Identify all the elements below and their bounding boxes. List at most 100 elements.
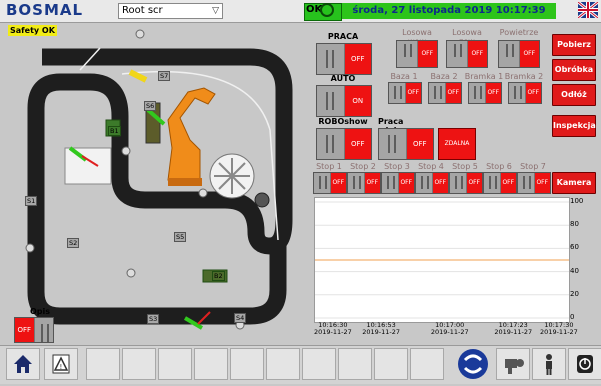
opis-state: OFF <box>15 318 34 342</box>
opis-toggle[interactable]: OFF <box>14 317 54 343</box>
bramka-1-state: OFF <box>485 83 501 103</box>
baza-1-toggle[interactable]: OFF <box>388 82 422 104</box>
stop-7-label: Stop 7 <box>520 162 546 171</box>
toolbar-slot-8[interactable] <box>338 348 372 380</box>
user-select[interactable]: Root scr ▽ <box>118 3 223 19</box>
chart-y-tick: 100 <box>570 197 584 205</box>
odloz-button[interactable]: Odłóż <box>552 84 596 106</box>
roboshow-toggle[interactable]: OFF <box>316 128 372 160</box>
zdalna-extra-button[interactable]: ZDALNA <box>438 128 476 160</box>
opis-label: Opis <box>30 307 51 316</box>
stop-7-toggle[interactable]: OFF <box>517 172 551 194</box>
company-logo-icon <box>455 346 491 382</box>
power-button[interactable] <box>568 348 601 380</box>
baza-2-label: Baza 2 <box>430 72 458 81</box>
sensor-s5: S5 <box>174 232 187 242</box>
toggle-off-segment <box>469 83 486 103</box>
losowa-zew-toggle[interactable]: OFF <box>446 40 488 68</box>
toolbar-slot-4[interactable] <box>194 348 228 380</box>
chart-y-tick: 0 <box>570 313 575 321</box>
toggle-off-segment <box>509 83 526 103</box>
toolbar-slot-10[interactable] <box>410 348 444 380</box>
powietrze-toggle[interactable]: OFF <box>498 40 540 68</box>
home-button[interactable] <box>6 348 40 380</box>
baza-2-toggle[interactable]: OFF <box>428 82 462 104</box>
stop-6-state: OFF <box>500 173 516 193</box>
toolbar-slot-6[interactable] <box>266 348 300 380</box>
person-icon <box>546 354 552 375</box>
toggle-off-segment <box>379 129 407 159</box>
toggle-off-segment <box>484 173 501 193</box>
auto-toggle[interactable]: ON <box>316 85 372 117</box>
losowa-wew-toggle[interactable]: OFF <box>396 40 438 68</box>
toolbar-slot-5[interactable] <box>230 348 264 380</box>
sensor-s3: S3 <box>147 314 160 324</box>
bramka-1-label: Bramka 1 <box>464 72 504 81</box>
powietrze-state: OFF <box>519 41 539 67</box>
inspekcja-button[interactable]: Inspekcja <box>552 115 596 137</box>
toggle-off-segment <box>447 41 468 67</box>
toggle-off-segment <box>33 318 53 342</box>
stop-7-state: OFF <box>534 173 550 193</box>
stop-5-state: OFF <box>466 173 482 193</box>
user-button[interactable] <box>532 348 566 380</box>
sensor-s2: S2 <box>67 238 80 248</box>
stop-1-toggle[interactable]: OFF <box>313 172 347 194</box>
losowa-wew-state: OFF <box>417 41 437 67</box>
chart-x-tick: 10:17:30 2019-11-27 <box>540 321 578 336</box>
language-flag-icon[interactable] <box>578 2 598 18</box>
baza-2-state: OFF <box>445 83 461 103</box>
carrier-label-b1: B1 <box>108 126 121 136</box>
toolbar-slot-2[interactable] <box>122 348 156 380</box>
stop-6-toggle[interactable]: OFF <box>483 172 517 194</box>
robot-arm-icon <box>167 87 216 186</box>
toggle-off-segment <box>416 173 433 193</box>
chevron-down-icon: ▽ <box>212 6 219 16</box>
praca-label: PRACA <box>327 32 359 41</box>
robot-camera-icon <box>505 359 524 374</box>
robot-camera-button[interactable] <box>496 348 530 380</box>
toggle-off-segment <box>317 44 345 74</box>
praca-state: OFF <box>344 44 371 74</box>
stop-4-toggle[interactable]: OFF <box>415 172 449 194</box>
zdalna-toggle[interactable]: OFF <box>378 128 434 160</box>
toolbar-slot-9[interactable] <box>374 348 408 380</box>
toggle-off-segment <box>450 173 467 193</box>
carrier-label-b2: B2 <box>212 271 225 281</box>
bramka-2-label: Bramka 2 <box>504 72 544 81</box>
trend-chart <box>314 197 570 323</box>
bramka-2-toggle[interactable]: OFF <box>508 82 542 104</box>
toolbar-slot-1[interactable] <box>86 348 120 380</box>
sensor-s7: S7 <box>158 71 171 81</box>
stop-2-toggle[interactable]: OFF <box>347 172 381 194</box>
power-icon <box>577 355 593 373</box>
toggle-off-segment <box>429 83 446 103</box>
toggle-off-segment <box>317 86 345 116</box>
pobierz-button[interactable]: Pobierz <box>552 34 596 56</box>
toolbar-slot-3[interactable] <box>158 348 192 380</box>
stop-2-state: OFF <box>364 173 380 193</box>
chart-x-tick: 10:17:23 2019-11-27 <box>494 321 533 336</box>
stop-3-toggle[interactable]: OFF <box>381 172 415 194</box>
user-select-value: Root scr <box>122 5 163 16</box>
kamera-button[interactable]: Kamera <box>552 172 596 194</box>
conveyor-track-diagram <box>25 29 293 330</box>
chart-y-tick: 40 <box>570 266 579 275</box>
alarm-icon: ! <box>52 354 70 374</box>
stop-5-toggle[interactable]: OFF <box>449 172 483 194</box>
toggle-off-segment <box>317 129 345 159</box>
chart-y-tick: 80 <box>570 220 579 229</box>
obrobka-button[interactable]: Obróbka <box>552 59 596 81</box>
praca-toggle[interactable]: OFF <box>316 43 372 75</box>
trend-chart-plot <box>315 201 569 319</box>
chart-y-tick: 20 <box>570 289 579 298</box>
stop-1-label: Stop 1 <box>316 162 342 171</box>
stop-3-state: OFF <box>398 173 414 193</box>
bramka-1-toggle[interactable]: OFF <box>468 82 502 104</box>
toolbar-slot-7[interactable] <box>302 348 336 380</box>
baza-1-state: OFF <box>405 83 421 103</box>
chart-x-tick: 10:17:00 2019-11-27 <box>430 321 469 336</box>
sensor-s1: S1 <box>25 196 38 206</box>
toggle-off-segment <box>382 173 399 193</box>
alarm-button[interactable]: ! <box>44 348 78 380</box>
